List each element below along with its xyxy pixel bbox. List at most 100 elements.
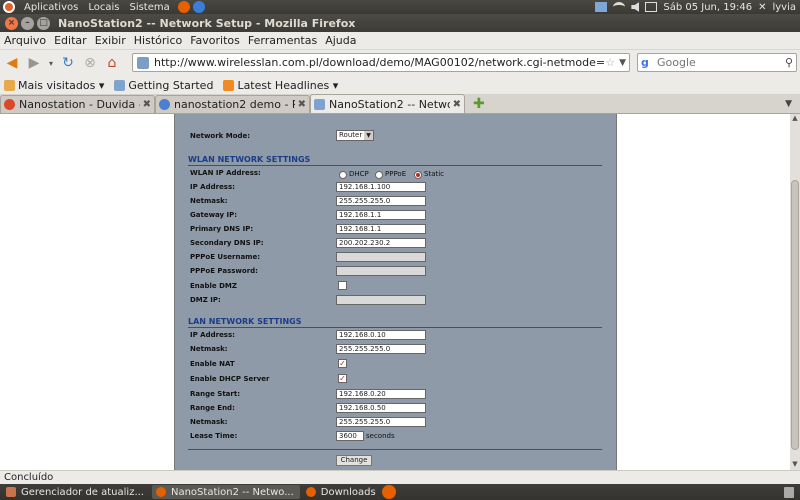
window-title: NanoStation2 -- Network Setup - Mozilla … bbox=[58, 16, 356, 30]
firefox-tray-icon[interactable] bbox=[381, 485, 396, 499]
reload-icon[interactable]: ↻ bbox=[58, 53, 78, 73]
menu-exibir[interactable]: Exibir bbox=[91, 34, 130, 47]
task-firefox[interactable]: NanoStation2 -- Netwo... bbox=[151, 485, 300, 499]
history-dropdown-icon[interactable]: ▾ bbox=[46, 53, 56, 73]
chevron-down-icon: ▼ bbox=[364, 131, 373, 140]
ip-address-input[interactable]: 192.168.1.100 bbox=[336, 182, 426, 192]
scroll-thumb[interactable] bbox=[791, 180, 799, 450]
url-dropdown-icon[interactable]: ▼ bbox=[619, 58, 626, 68]
dhcp-netmask-input[interactable]: 255.255.255.0 bbox=[336, 417, 426, 427]
display-icon[interactable] bbox=[595, 2, 608, 12]
enable-dhcp-checkbox[interactable]: ✓ bbox=[338, 374, 347, 383]
tab-list-dropdown-icon[interactable]: ▼ bbox=[785, 99, 792, 109]
menu-aplicativos[interactable]: Aplicativos bbox=[19, 2, 83, 13]
task-label: Gerenciador de atualiz... bbox=[21, 486, 144, 498]
lan-netmask-input[interactable]: 255.255.255.0 bbox=[336, 344, 426, 354]
bookmark-latest-headlines[interactable]: Latest Headlines ▾ bbox=[223, 79, 344, 92]
bookmark-label: Getting Started bbox=[128, 78, 214, 92]
forward-arrow-icon[interactable]: ▶ bbox=[24, 53, 44, 73]
change-button[interactable]: Change bbox=[336, 455, 372, 466]
clock[interactable]: Sáb 05 Jun, 19:46 bbox=[663, 2, 752, 13]
enable-nat-label: Enable NAT bbox=[190, 360, 235, 368]
ubuntu-logo-icon[interactable] bbox=[3, 1, 15, 13]
url-bar[interactable]: http://www.wirelesslan.com.pl/download/d… bbox=[132, 53, 630, 72]
status-bar: Concluído bbox=[0, 470, 800, 484]
dmz-ip-input[interactable] bbox=[336, 295, 426, 305]
wifi-icon[interactable] bbox=[613, 2, 626, 12]
status-text: Concluído bbox=[4, 472, 54, 483]
menu-arquivo[interactable]: Arquivo bbox=[0, 34, 50, 47]
site-favicon-icon bbox=[137, 56, 149, 69]
gateway-label: Gateway IP: bbox=[190, 211, 238, 219]
range-end-input[interactable]: 192.168.0.50 bbox=[336, 403, 426, 413]
firefox-launcher-icon[interactable] bbox=[177, 1, 190, 13]
menu-sistema[interactable]: Sistema bbox=[124, 2, 174, 13]
enable-nat-checkbox[interactable]: ✓ bbox=[338, 359, 347, 368]
pppoe-username-label: PPPoE Username: bbox=[190, 253, 261, 261]
back-arrow-icon[interactable]: ◀ bbox=[2, 53, 22, 73]
netmask-input[interactable]: 255.255.255.0 bbox=[336, 196, 426, 206]
primary-dns-input[interactable]: 192.168.1.1 bbox=[336, 224, 426, 234]
close-tab-icon[interactable]: ✖ bbox=[298, 99, 306, 110]
scroll-up-icon[interactable]: ▲ bbox=[790, 114, 800, 124]
secondary-dns-input[interactable]: 200.202.230.2 bbox=[336, 238, 426, 248]
task-label: NanoStation2 -- Netwo... bbox=[170, 486, 294, 498]
user-name[interactable]: lyvia bbox=[772, 2, 796, 13]
lan-ip-input[interactable]: 192.168.0.10 bbox=[336, 330, 426, 340]
dhcp-radio[interactable] bbox=[339, 171, 347, 179]
maximize-window-icon[interactable]: □ bbox=[37, 16, 50, 30]
wlan-divider bbox=[188, 165, 602, 166]
search-icon[interactable]: ⚲ bbox=[785, 56, 793, 69]
wlan-ip-label: WLAN IP Address: bbox=[190, 169, 261, 177]
pppoe-radio[interactable] bbox=[375, 171, 383, 179]
home-icon[interactable]: ⌂ bbox=[102, 53, 122, 73]
google-icon[interactable]: g bbox=[641, 56, 654, 69]
lease-time-input[interactable]: 3600 bbox=[336, 431, 364, 441]
new-tab-icon[interactable]: ✚ bbox=[473, 96, 485, 112]
power-icon[interactable]: ✕ bbox=[758, 2, 766, 13]
menu-historico[interactable]: Histórico bbox=[130, 34, 186, 47]
lease-time-label: Lease Time: bbox=[190, 432, 238, 440]
tab-network-setup[interactable]: NanoStation2 -- Network S... ✖ bbox=[310, 94, 465, 113]
task-update-manager[interactable]: Gerenciador de atualiz... bbox=[2, 485, 150, 499]
menu-favoritos[interactable]: Favoritos bbox=[186, 34, 244, 47]
tab-label: nanostation2 demo - Pesqu... bbox=[174, 98, 295, 111]
volume-icon[interactable] bbox=[631, 2, 640, 12]
close-tab-icon[interactable]: ✖ bbox=[453, 99, 461, 110]
menu-ferramentas[interactable]: Ferramentas bbox=[244, 34, 321, 47]
pppoe-password-label: PPPoE Password: bbox=[190, 267, 258, 275]
window-titlebar[interactable]: × – □ NanoStation2 -- Network Setup - Mo… bbox=[0, 14, 800, 32]
bookmark-label: Mais visitados ▾ bbox=[18, 78, 105, 92]
search-box[interactable]: g ⚲ bbox=[637, 53, 797, 72]
trash-icon[interactable] bbox=[784, 486, 794, 498]
bookmark-most-visited[interactable]: Mais visitados ▾ bbox=[4, 79, 110, 92]
menu-editar[interactable]: Editar bbox=[50, 34, 91, 47]
network-mode-select[interactable]: Router ▼ bbox=[336, 130, 374, 141]
close-window-icon[interactable]: × bbox=[5, 16, 18, 30]
network-mode-value: Router bbox=[339, 131, 363, 139]
minimize-window-icon[interactable]: – bbox=[21, 16, 34, 30]
tab-nanostation-duvida[interactable]: Nanostation - Duvida - inici... ✖ bbox=[0, 95, 155, 113]
static-radio[interactable] bbox=[414, 171, 422, 179]
range-end-label: Range End: bbox=[190, 404, 235, 412]
range-start-input[interactable]: 192.168.0.20 bbox=[336, 389, 426, 399]
mail-icon[interactable] bbox=[645, 2, 658, 12]
bookmark-star-icon[interactable]: ☆ bbox=[605, 56, 615, 69]
stop-icon[interactable]: ⊗ bbox=[80, 53, 100, 73]
gateway-input[interactable]: 192.168.1.1 bbox=[336, 210, 426, 220]
tab-bar: Nanostation - Duvida - inici... ✖ nanost… bbox=[0, 94, 800, 114]
enable-dmz-checkbox[interactable] bbox=[338, 281, 347, 290]
vertical-scrollbar[interactable]: ▲ ▼ bbox=[790, 114, 800, 470]
menu-locais[interactable]: Locais bbox=[83, 2, 124, 13]
scroll-down-icon[interactable]: ▼ bbox=[790, 460, 800, 470]
menu-ajuda[interactable]: Ajuda bbox=[321, 34, 360, 47]
pppoe-password-input[interactable] bbox=[336, 266, 426, 276]
help-launcher-icon[interactable] bbox=[192, 1, 205, 13]
close-tab-icon[interactable]: ✖ bbox=[143, 99, 151, 110]
search-input[interactable] bbox=[657, 56, 777, 69]
url-text[interactable]: http://www.wirelesslan.com.pl/download/d… bbox=[154, 56, 605, 69]
pppoe-username-input[interactable] bbox=[336, 252, 426, 262]
task-downloads[interactable]: Downloads bbox=[302, 485, 382, 499]
tab-nanostation2-demo[interactable]: nanostation2 demo - Pesqu... ✖ bbox=[155, 95, 310, 113]
bookmark-getting-started[interactable]: Getting Started bbox=[114, 79, 219, 92]
